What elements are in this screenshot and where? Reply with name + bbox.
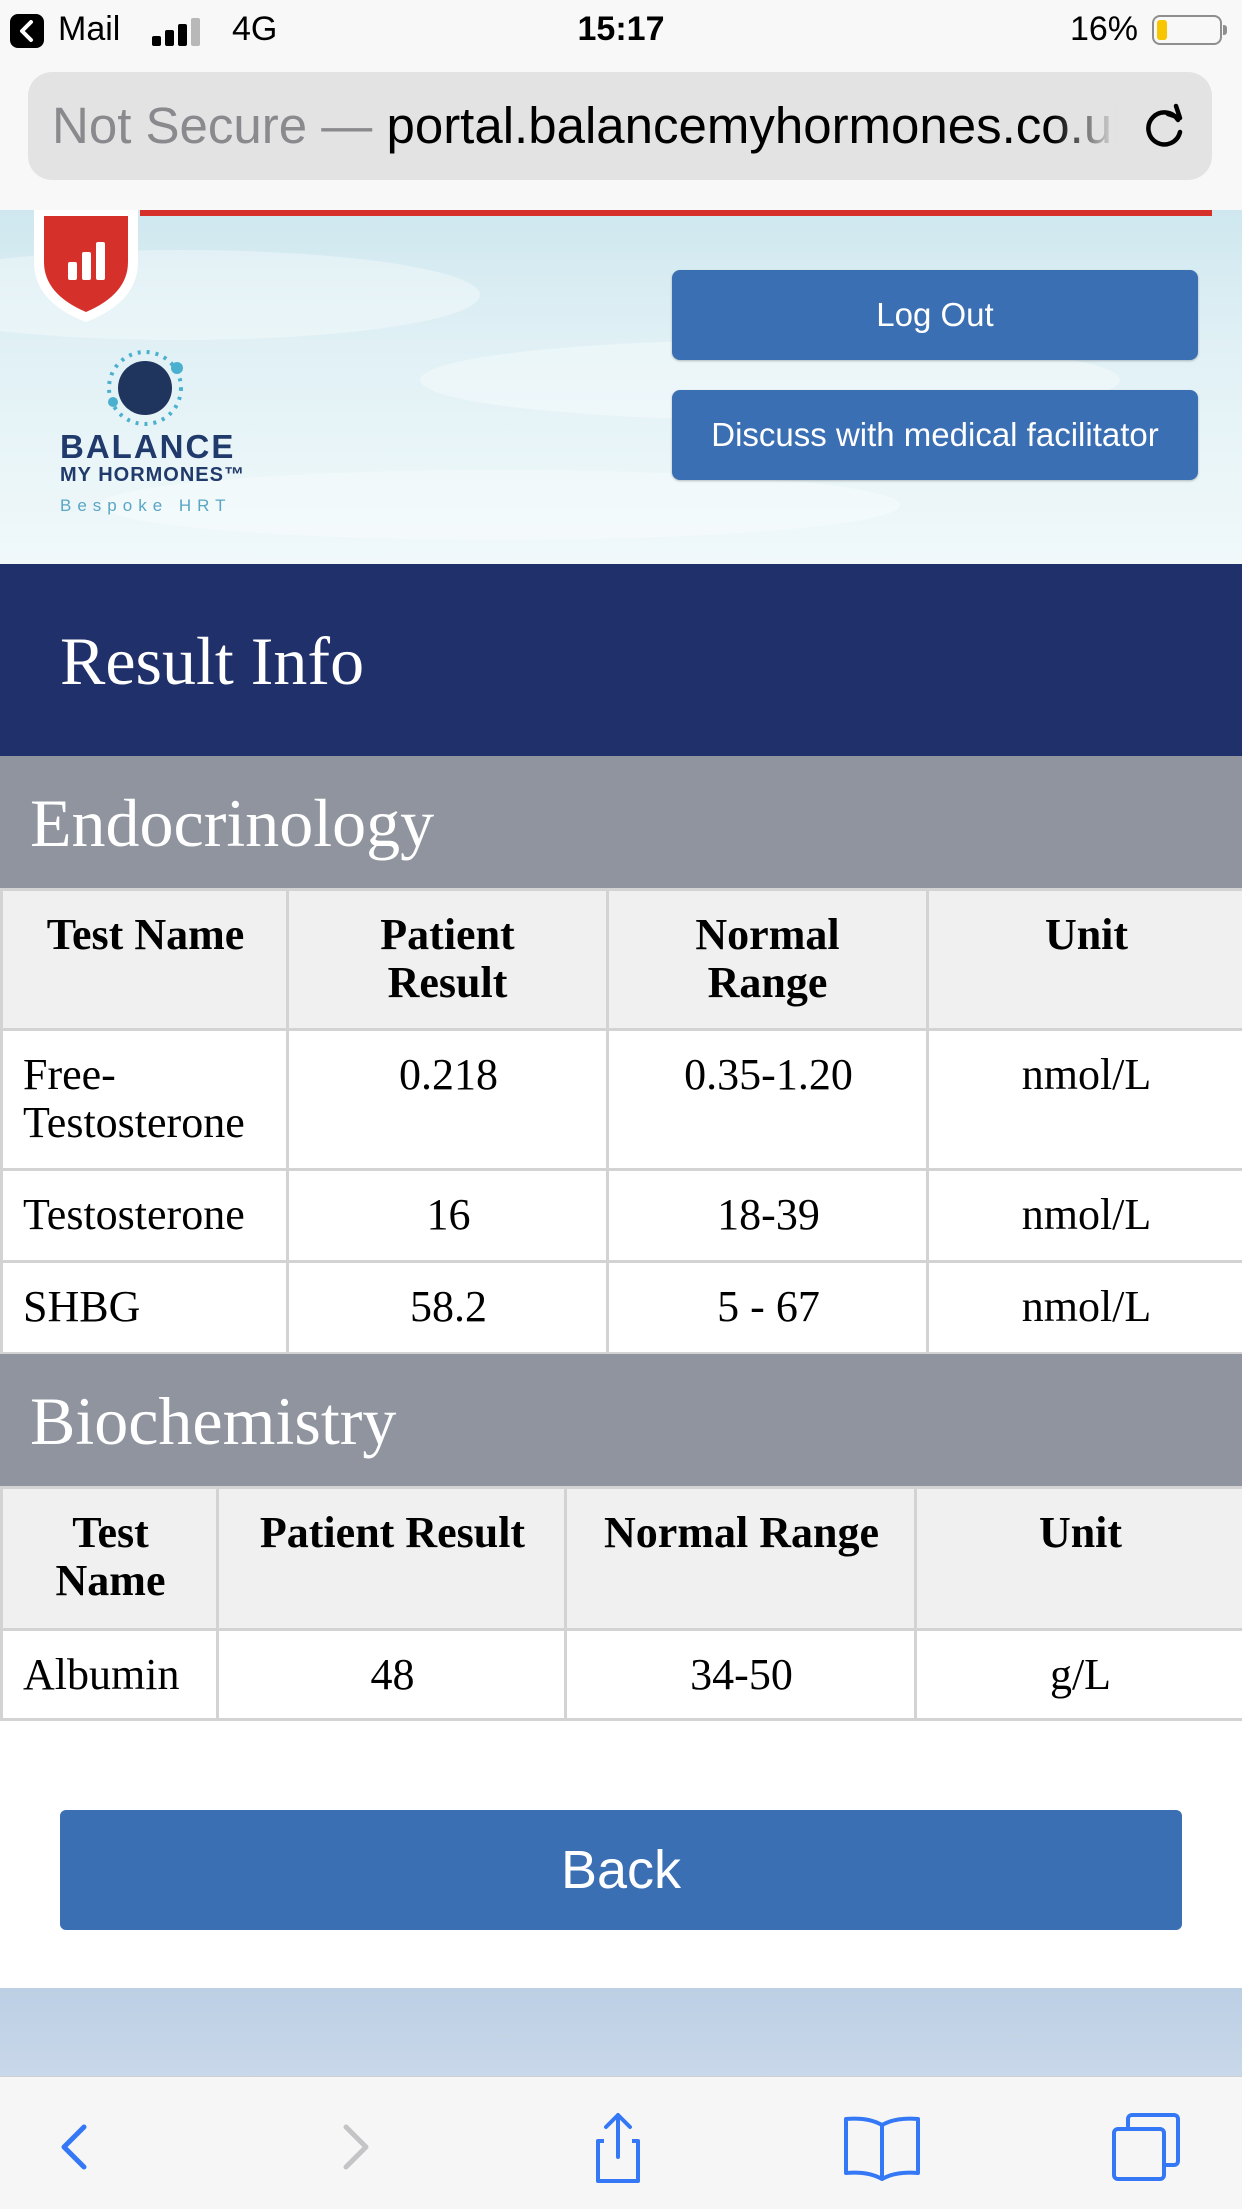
status-bar: Mail 4G 15:17 16%: [0, 0, 1242, 62]
result-info-banner: Result Info: [0, 564, 1242, 756]
shield-logo-icon: [30, 210, 142, 322]
forward-icon[interactable]: [314, 2107, 394, 2187]
patient-result-cell: 48: [218, 1630, 566, 1720]
normal-range-cell: 18-39: [608, 1170, 928, 1262]
table-row: Albumin 48 34-50 g/L: [2, 1630, 1242, 1720]
normal-range-cell: 34-50: [566, 1630, 916, 1720]
patient-result-cell: 58.2: [288, 1262, 608, 1354]
logout-button[interactable]: Log Out: [672, 270, 1198, 360]
test-name-cell: Testosterone: [2, 1170, 288, 1262]
biochemistry-section-header: Biochemistry: [0, 1354, 1242, 1486]
normal-range-cell: 0.35-1.20: [608, 1030, 928, 1170]
biochemistry-title: Biochemistry: [30, 1382, 396, 1461]
unit-cell: g/L: [916, 1630, 1242, 1720]
endocrinology-table: Test Name Patient Result Normal Range Un…: [0, 888, 1242, 1355]
table-header-row: Test Name Patient Result Normal Range Un…: [2, 1488, 1242, 1630]
test-name-cell: SHBG: [2, 1262, 288, 1354]
brand-title: BALANCE: [60, 428, 235, 466]
column-header: Unit: [916, 1488, 1242, 1630]
discuss-medical-facilitator-button[interactable]: Discuss with medical facilitator: [672, 390, 1198, 480]
unit-cell: nmol/L: [928, 1262, 1242, 1354]
reload-icon[interactable]: [1138, 102, 1190, 154]
brand-tagline: Bespoke HRT: [60, 496, 232, 516]
endocrinology-section-header: Endocrinology: [0, 756, 1242, 888]
test-name-cell: Free-Testosterone: [2, 1030, 288, 1170]
table-row: SHBG 58.2 5 - 67 nmol/L: [2, 1262, 1242, 1354]
table-row: Testosterone 16 18-39 nmol/L: [2, 1170, 1242, 1262]
clock: 15:17: [0, 10, 1242, 49]
table-header-row: Test Name Patient Result Normal Range Un…: [2, 890, 1242, 1030]
unit-cell: nmol/L: [928, 1030, 1242, 1170]
test-name-cell: Albumin: [2, 1630, 218, 1720]
normal-range-cell: 5 - 67: [608, 1262, 928, 1354]
browser-toolbar: [0, 2076, 1242, 2209]
battery-icon: [1152, 15, 1222, 45]
back-icon[interactable]: [38, 2107, 118, 2187]
bookmarks-icon[interactable]: [842, 2107, 922, 2187]
table-row: Free-Testosterone 0.218 0.35-1.20 nmol/L: [2, 1030, 1242, 1170]
address-text[interactable]: Not Secure — portal.balancemyhormones.co…: [52, 72, 1117, 180]
battery-percent: 16%: [1070, 10, 1138, 49]
column-header: Test Name: [2, 890, 288, 1030]
column-header: Patient Result: [288, 890, 608, 1030]
patient-result-cell: 0.218: [288, 1030, 608, 1170]
battery-level-fill: [1157, 20, 1167, 40]
back-button[interactable]: Back: [60, 1810, 1182, 1930]
patient-result-cell: 16: [288, 1170, 608, 1262]
security-label: Not Secure —: [52, 97, 372, 154]
url-text: portal.balancemyhormones.co.uk: [386, 97, 1117, 154]
column-header: Patient Result: [218, 1488, 566, 1630]
browser-address-area: Not Secure — portal.balancemyhormones.co…: [0, 62, 1242, 210]
brand-subtitle: MY HORMONES™: [60, 464, 245, 487]
footer-band: [0, 1988, 1242, 2078]
column-header: Unit: [928, 890, 1242, 1030]
column-header: Test Name: [2, 1488, 218, 1630]
column-header: Normal Range: [608, 890, 928, 1030]
unit-cell: nmol/L: [928, 1170, 1242, 1262]
header-accent-line: [140, 210, 1212, 216]
column-header: Normal Range: [566, 1488, 916, 1630]
site-header: BALANCE MY HORMONES™ Bespoke HRT Log Out…: [0, 210, 1242, 564]
address-bar[interactable]: Not Secure — portal.balancemyhormones.co…: [28, 72, 1212, 180]
page-title: Result Info: [60, 622, 364, 701]
tabs-icon[interactable]: [1106, 2107, 1186, 2187]
share-icon[interactable]: [578, 2107, 658, 2187]
endocrinology-title: Endocrinology: [30, 784, 434, 863]
biochemistry-table: Test Name Patient Result Normal Range Un…: [0, 1486, 1242, 1721]
